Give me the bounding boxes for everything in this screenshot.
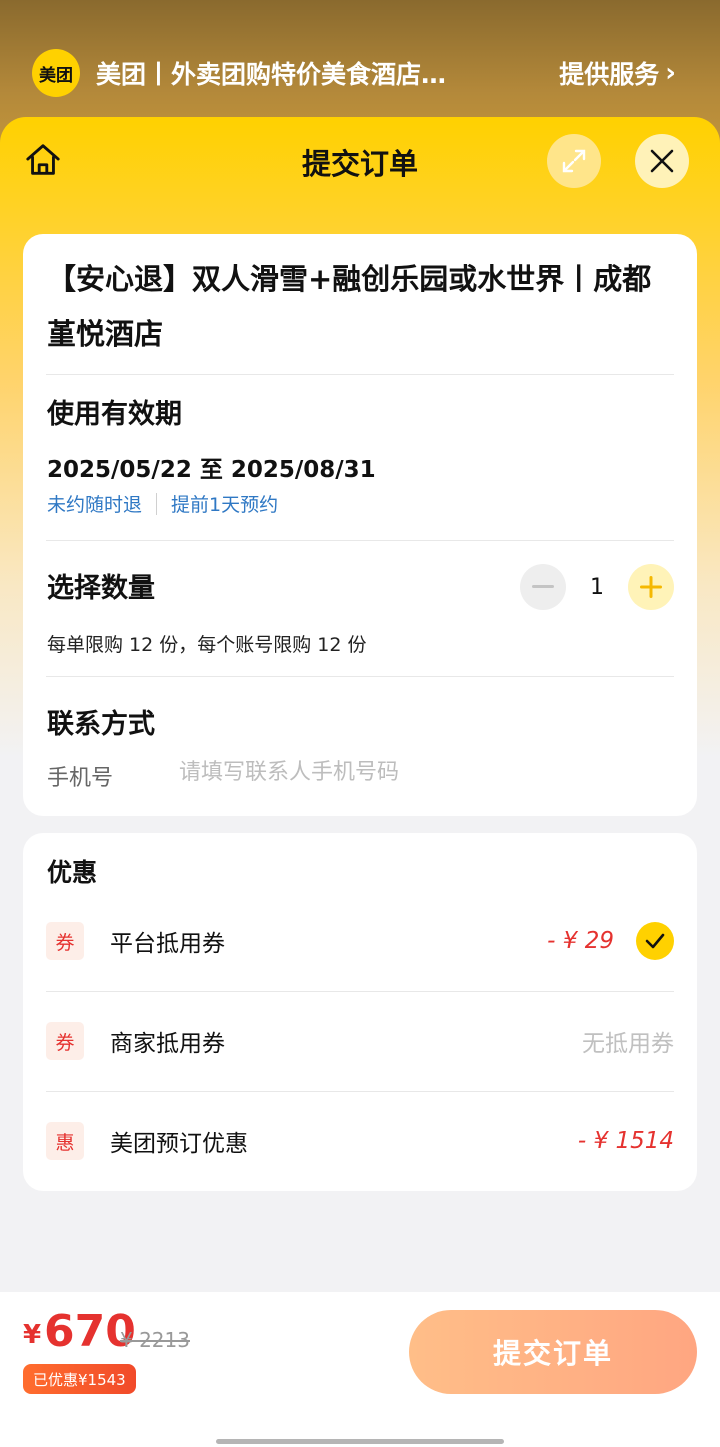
refund-tags: 未约随时退 提前1天预约 xyxy=(47,490,278,517)
close-button[interactable] xyxy=(635,134,689,188)
tag-separator xyxy=(156,492,158,515)
expand-button[interactable] xyxy=(547,134,601,188)
discount-value-area: - ¥ 29 xyxy=(547,911,674,971)
discount-value-area: - ¥ 1514 xyxy=(578,1111,674,1171)
discount-row-platform-coupon[interactable]: 券 平台抵用券 - ¥ 29 xyxy=(46,911,674,971)
mini-program-title: 美团丨外卖团购特价美食酒店… xyxy=(96,60,447,89)
quantity-value: 1 xyxy=(590,574,604,600)
refund-tag: 未约随时退 xyxy=(47,494,143,516)
divider xyxy=(46,1091,674,1092)
expand-icon xyxy=(562,149,586,173)
validity-label: 使用有效期 xyxy=(47,399,182,430)
minus-icon xyxy=(532,585,554,588)
order-sheet: 提交订单 【安心退】双人滑雪+融创乐园或水世界丨成都堇悦酒店 使用有效期 202… xyxy=(0,117,720,1447)
order-info-card: 【安心退】双人滑雪+融创乐园或水世界丨成都堇悦酒店 使用有效期 2025/05/… xyxy=(23,234,697,816)
phone-input[interactable] xyxy=(179,754,639,790)
checkmark-icon[interactable] xyxy=(636,922,674,960)
savings-badge: 已优惠¥1543 xyxy=(23,1364,136,1394)
checkout-bar: ¥ 670 ¥ 2213 已优惠¥1543 提交订单 xyxy=(0,1292,720,1447)
offer-badge: 惠 xyxy=(46,1122,84,1160)
booking-tag: 提前1天预约 xyxy=(171,494,279,516)
decrease-button[interactable] xyxy=(520,564,566,610)
discount-label: 美团预订优惠 xyxy=(110,1131,248,1157)
divider xyxy=(46,676,674,677)
chevron-right-icon: › xyxy=(665,58,676,88)
phone-label: 手机号 xyxy=(47,766,114,791)
quantity-label: 选择数量 xyxy=(47,573,155,604)
service-link-label: 提供服务 xyxy=(559,60,660,89)
page-title: 提交订单 xyxy=(301,147,418,181)
submit-order-button[interactable]: 提交订单 xyxy=(409,1310,697,1394)
discount-amount: - ¥ 1514 xyxy=(577,1128,674,1154)
discount-label: 商家抵用券 xyxy=(110,1031,225,1057)
plus-icon xyxy=(640,576,662,598)
discount-amount: - ¥ 29 xyxy=(547,928,614,954)
home-indicator xyxy=(216,1439,504,1444)
original-price: ¥ 2213 xyxy=(120,1328,190,1352)
mini-program-bar: 美团 美团丨外卖团购特价美食酒店… 提供服务 › xyxy=(0,40,720,106)
contact-label: 联系方式 xyxy=(47,709,155,740)
discount-label: 平台抵用券 xyxy=(110,931,225,957)
close-icon xyxy=(650,149,674,173)
discount-card: 优惠 券 平台抵用券 - ¥ 29 券 商家抵用券 无抵用券 惠 美团预订优惠 xyxy=(23,833,697,1191)
divider xyxy=(46,540,674,541)
discount-title: 优惠 xyxy=(47,858,98,887)
discount-row-booking-offer: 惠 美团预订优惠 - ¥ 1514 xyxy=(46,1111,674,1171)
coupon-badge: 券 xyxy=(46,922,84,960)
validity-dates: 2025/05/22 至 2025/08/31 xyxy=(47,457,376,483)
currency-symbol: ¥ xyxy=(23,1320,42,1350)
coupon-badge: 券 xyxy=(46,1022,84,1060)
sheet-header: 提交订单 xyxy=(0,117,720,207)
discount-row-merchant-coupon[interactable]: 券 商家抵用券 无抵用券 xyxy=(46,1011,674,1071)
discount-value-area: 无抵用券 xyxy=(582,1011,674,1071)
meituan-logo: 美团 xyxy=(32,49,80,97)
no-coupon-text: 无抵用券 xyxy=(582,1031,674,1057)
increase-button[interactable] xyxy=(628,564,674,610)
divider xyxy=(46,991,674,992)
quantity-stepper: 1 xyxy=(520,564,674,610)
service-link[interactable]: 提供服务 › xyxy=(559,55,676,91)
divider xyxy=(46,374,674,375)
product-title: 【安心退】双人滑雪+融创乐园或水世界丨成都堇悦酒店 xyxy=(47,262,652,351)
purchase-limit: 每单限购 12 份，每个账号限购 12 份 xyxy=(47,634,367,656)
